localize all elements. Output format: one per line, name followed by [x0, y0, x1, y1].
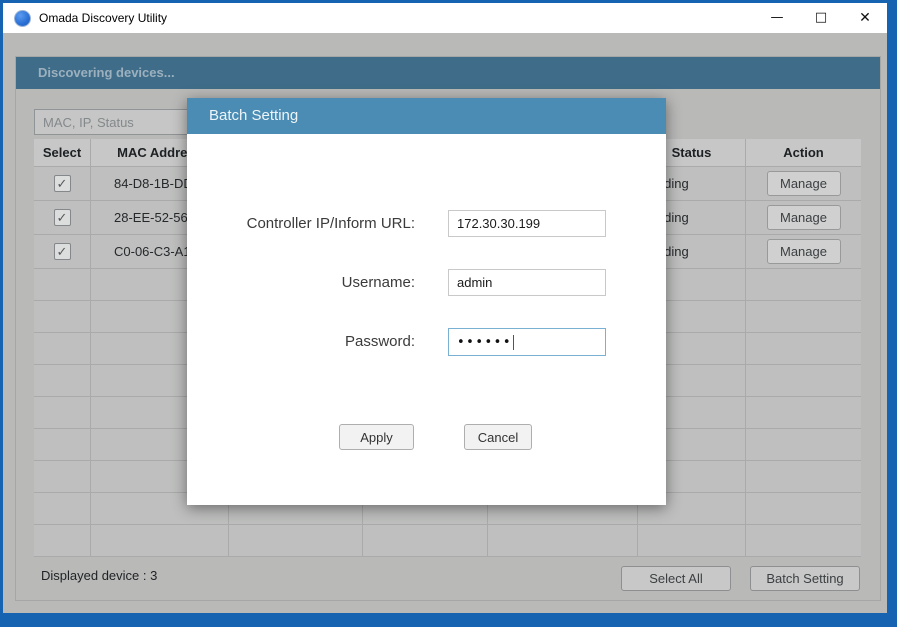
maximize-button[interactable]: □ [799, 3, 843, 32]
discovery-status-banner: Discovering devices... [16, 57, 880, 89]
username-input[interactable] [448, 269, 606, 296]
row-checkbox[interactable]: ✓ [54, 243, 71, 260]
action-cell: Manage [746, 167, 861, 200]
empty-cell [34, 461, 91, 492]
empty-table-row [34, 525, 861, 557]
empty-cell [746, 333, 861, 364]
empty-cell [746, 301, 861, 332]
select-cell: ✓ [34, 235, 91, 268]
minimize-button[interactable]: — [755, 3, 799, 32]
username-label: Username: [187, 269, 415, 297]
empty-cell [34, 301, 91, 332]
checkmark-icon: ✓ [57, 245, 68, 258]
displayed-device-count: Displayed device : 3 [41, 568, 157, 583]
empty-cell [638, 525, 746, 556]
password-label: Password: [187, 328, 415, 356]
empty-cell [746, 461, 861, 492]
empty-cell [363, 525, 488, 556]
window-controls: — □ ✕ [755, 3, 887, 33]
empty-cell [91, 525, 229, 556]
select-cell: ✓ [34, 167, 91, 200]
select-cell: ✓ [34, 201, 91, 234]
empty-cell [746, 365, 861, 396]
column-header-action: Action [746, 139, 861, 166]
manage-button[interactable]: Manage [767, 239, 841, 264]
controller-url-label: Controller IP/Inform URL: [187, 210, 415, 238]
action-cell: Manage [746, 201, 861, 234]
close-button[interactable]: ✕ [843, 3, 887, 32]
empty-cell [34, 493, 91, 524]
empty-cell [34, 365, 91, 396]
row-checkbox[interactable]: ✓ [54, 209, 71, 226]
column-header-select: Select [34, 139, 91, 166]
empty-cell [229, 525, 363, 556]
checkmark-icon: ✓ [57, 211, 68, 224]
empty-cell [34, 333, 91, 364]
dialog-title: Batch Setting [187, 98, 666, 134]
password-input[interactable]: •••••• [448, 328, 606, 356]
omada-logo-icon [14, 10, 31, 27]
client-area: Discovering devices... Select MAC Addres… [3, 33, 887, 613]
controller-url-input[interactable] [448, 210, 606, 237]
empty-cell [746, 429, 861, 460]
manage-button[interactable]: Manage [767, 171, 841, 196]
empty-cell [34, 525, 91, 556]
empty-cell [746, 525, 861, 556]
password-masked-value: •••••• [457, 335, 512, 350]
text-cursor [513, 335, 514, 350]
empty-cell [488, 525, 638, 556]
window-title: Omada Discovery Utility [39, 11, 167, 25]
manage-button[interactable]: Manage [767, 205, 841, 230]
empty-cell [746, 493, 861, 524]
action-cell: Manage [746, 235, 861, 268]
apply-button[interactable]: Apply [339, 424, 414, 450]
username-field-row: Username: [187, 269, 666, 297]
batch-setting-button[interactable]: Batch Setting [750, 566, 860, 591]
empty-cell [34, 269, 91, 300]
title-bar: Omada Discovery Utility — □ ✕ [3, 3, 887, 33]
row-checkbox[interactable]: ✓ [54, 175, 71, 192]
empty-cell [746, 397, 861, 428]
batch-setting-dialog: Batch Setting Controller IP/Inform URL: … [187, 98, 666, 505]
checkmark-icon: ✓ [57, 177, 68, 190]
controller-url-field-row: Controller IP/Inform URL: [187, 210, 666, 238]
cancel-button[interactable]: Cancel [464, 424, 532, 450]
empty-cell [34, 397, 91, 428]
empty-cell [34, 429, 91, 460]
empty-cell [746, 269, 861, 300]
password-field-row: Password: •••••• [187, 328, 666, 356]
select-all-button[interactable]: Select All [621, 566, 731, 591]
app-window: Omada Discovery Utility — □ ✕ Discoverin… [0, 0, 897, 627]
